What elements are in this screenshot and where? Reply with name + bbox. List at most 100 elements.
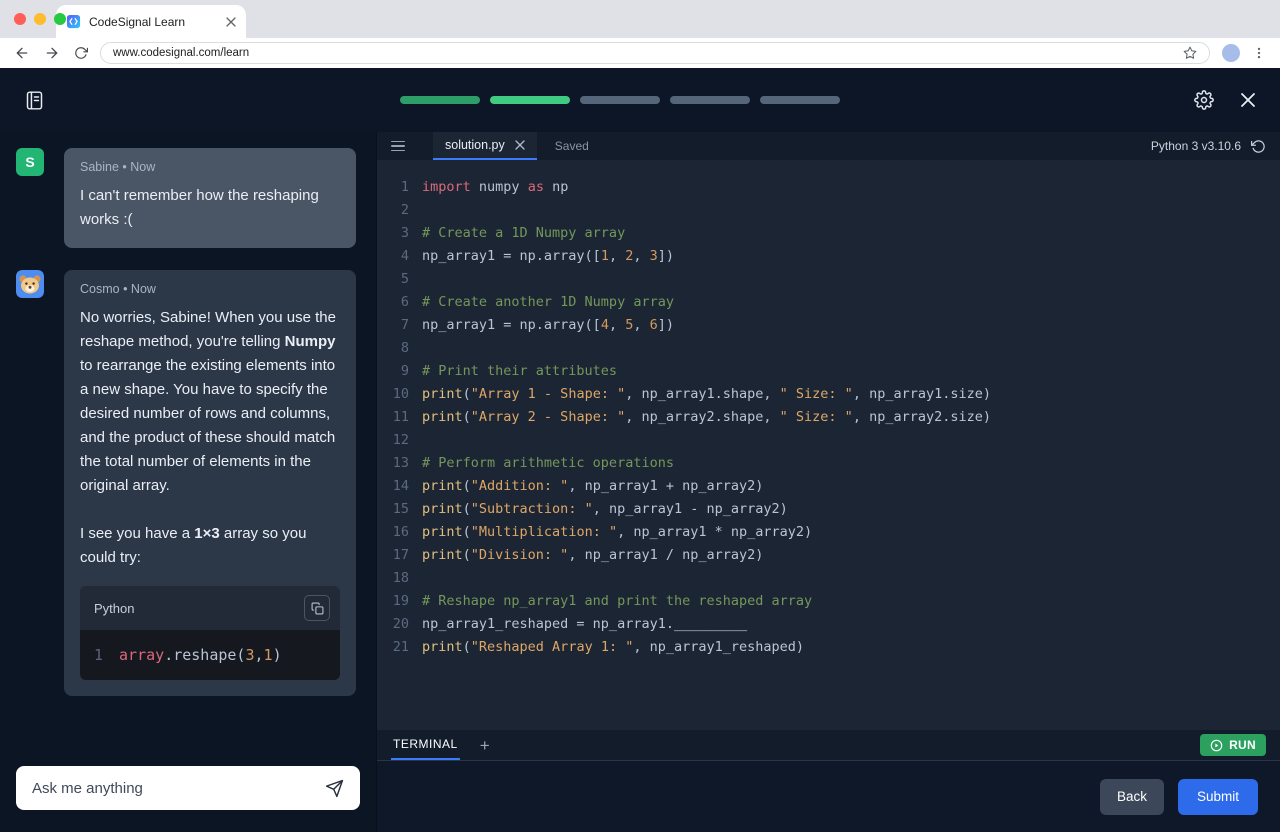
line-number: 16 [377, 521, 409, 544]
code-line[interactable]: 16print("Multiplication: ", np_array1 * … [377, 521, 1280, 544]
progress-bar [400, 96, 840, 104]
add-terminal-button[interactable]: + [480, 737, 490, 754]
close-icon[interactable] [1240, 92, 1256, 108]
window-close-button[interactable] [14, 13, 26, 25]
message-input[interactable] [32, 780, 313, 797]
browser-toolbar: www.codesignal.com/learn [0, 38, 1280, 68]
code-line-content: np_array1 = np.array([4, 5, 6]) [422, 314, 674, 337]
screen: CodeSignal Learn www.codesignal.com/lear… [0, 0, 1280, 832]
line-number: 13 [377, 452, 409, 475]
line-number: 2 [377, 199, 409, 222]
settings-gear-icon[interactable] [1194, 90, 1214, 110]
code-line[interactable]: 20np_array1_reshaped = np_array1._______… [377, 613, 1280, 636]
chat-message-list[interactable]: S Sabine • Now I can't remember how the … [0, 132, 376, 754]
code-snippet-body: 1 array.reshape(3,1) [80, 630, 340, 680]
line-number: 6 [377, 291, 409, 314]
progress-segment [760, 96, 840, 104]
reset-code-icon[interactable] [1251, 139, 1266, 154]
app-body: S Sabine • Now I can't remember how the … [0, 132, 1280, 832]
code-editor[interactable]: 1 import numpy as np 23# Create a 1D Numpy… [377, 160, 1280, 730]
editor-tab-close-icon[interactable] [515, 140, 525, 150]
code-line[interactable]: 3# Create a 1D Numpy array [377, 222, 1280, 245]
code-line[interactable]: 5 [377, 268, 1280, 291]
code-line[interactable]: 2 [377, 199, 1280, 222]
send-icon [325, 779, 344, 798]
line-number: 14 [377, 475, 409, 498]
code-line-content: # Perform arithmetic operations [422, 452, 674, 475]
line-number: 1 [377, 176, 409, 199]
url-bar[interactable]: www.codesignal.com/learn [100, 42, 1210, 64]
message-card: Cosmo • Now No worries, Sabine! When you… [64, 270, 356, 696]
send-button[interactable] [321, 775, 348, 802]
tab-close-icon[interactable] [226, 17, 236, 27]
line-number: 19 [377, 590, 409, 613]
snippet-language-label: Python [94, 601, 134, 616]
bookmark-star-icon[interactable] [1183, 46, 1197, 60]
chat-message-sabine: S Sabine • Now I can't remember how the … [16, 148, 356, 248]
code-line[interactable]: 15print("Subtraction: ", np_array1 - np_… [377, 498, 1280, 521]
window-minimize-button[interactable] [34, 13, 46, 25]
code-line[interactable]: 11print("Array 2 - Shape: ", np_array2.s… [377, 406, 1280, 429]
back-icon[interactable] [14, 45, 30, 61]
message-card: Sabine • Now I can't remember how the re… [64, 148, 356, 248]
browser-tab[interactable]: CodeSignal Learn [56, 5, 246, 38]
editor-tab-label: solution.py [445, 138, 505, 152]
run-button[interactable]: RUN [1200, 734, 1266, 756]
saved-status: Saved [555, 139, 589, 153]
progress-segment [400, 96, 480, 104]
run-button-label: RUN [1229, 738, 1256, 752]
codesignal-logo-icon [66, 14, 81, 29]
window-maximize-button[interactable] [54, 13, 66, 25]
footer-bar: Back Submit [377, 761, 1280, 832]
code-line[interactable]: 10 print("Array 1 - Shape: ", np_array1.s… [377, 383, 1280, 406]
code-line[interactable]: 1 import numpy as np [377, 176, 1280, 199]
snippet-code: array.reshape(3,1) [119, 646, 282, 664]
code-line[interactable]: 6 # Create another 1D Numpy array [377, 291, 1280, 314]
editor-tab-solution[interactable]: solution.py [433, 132, 537, 160]
app-header [0, 68, 1280, 132]
submit-button[interactable]: Submit [1178, 779, 1258, 815]
code-line[interactable]: 8 [377, 337, 1280, 360]
code-line-content: # Reshape np_array1 and print the reshap… [422, 590, 812, 613]
line-number: 3 [377, 222, 409, 245]
course-notes-icon[interactable] [24, 90, 45, 111]
code-snippet-block: Python 1 array.reshape(3,1) [80, 586, 340, 680]
profile-avatar[interactable] [1222, 44, 1240, 62]
editor-menu-icon[interactable] [391, 141, 405, 152]
line-number: 11 [377, 406, 409, 429]
code-line-content: print("Division: ", np_array1 / np_array… [422, 544, 763, 567]
reload-icon[interactable] [74, 46, 88, 60]
line-number: 9 [377, 360, 409, 383]
play-circle-icon [1210, 739, 1223, 752]
code-line-content: print("Array 1 - Shape: ", np_array1.sha… [422, 383, 991, 406]
line-number: 10 [377, 383, 409, 406]
code-line[interactable]: 19 # Reshape np_array1 and print the resh… [377, 590, 1280, 613]
copy-button[interactable] [304, 595, 330, 621]
code-line[interactable]: 12 [377, 429, 1280, 452]
code-snippet-header: Python [80, 586, 340, 630]
code-line[interactable]: 9 # Print their attributes [377, 360, 1280, 383]
code-line[interactable]: 7np_array1 = np.array([4, 5, 6]) [377, 314, 1280, 337]
code-line-content: # Print their attributes [422, 360, 617, 383]
line-number: 4 [377, 245, 409, 268]
message-author-time: Sabine • Now [80, 160, 340, 174]
code-line[interactable]: 18 [377, 567, 1280, 590]
terminal-tab[interactable]: TERMINAL [391, 730, 460, 760]
progress-segment [490, 96, 570, 104]
code-line[interactable]: 14print("Addition: ", np_array1 + np_arr… [377, 475, 1280, 498]
runtime-label: Python 3 v3.10.6 [1151, 139, 1241, 153]
code-line[interactable]: 17print("Division: ", np_array1 / np_arr… [377, 544, 1280, 567]
editor-panel: solution.py Saved Python 3 v3.10.6 1 impo… [377, 132, 1280, 832]
url-text: www.codesignal.com/learn [113, 47, 1175, 59]
code-line[interactable]: 21print("Reshaped Array 1: ", np_array1_… [377, 636, 1280, 659]
code-line[interactable]: 13 # Perform arithmetic operations [377, 452, 1280, 475]
cosmo-dog-avatar [16, 270, 44, 298]
code-line-content: # Create another 1D Numpy array [422, 291, 674, 314]
code-line[interactable]: 4np_array1 = np.array([1, 2, 3]) [377, 245, 1280, 268]
browser-chrome: CodeSignal Learn [0, 0, 1280, 38]
code-line-content: import numpy as np [422, 176, 568, 199]
forward-icon[interactable] [44, 45, 60, 61]
browser-menu-icon[interactable] [1252, 46, 1266, 60]
back-button[interactable]: Back [1100, 779, 1164, 815]
line-number: 18 [377, 567, 409, 590]
